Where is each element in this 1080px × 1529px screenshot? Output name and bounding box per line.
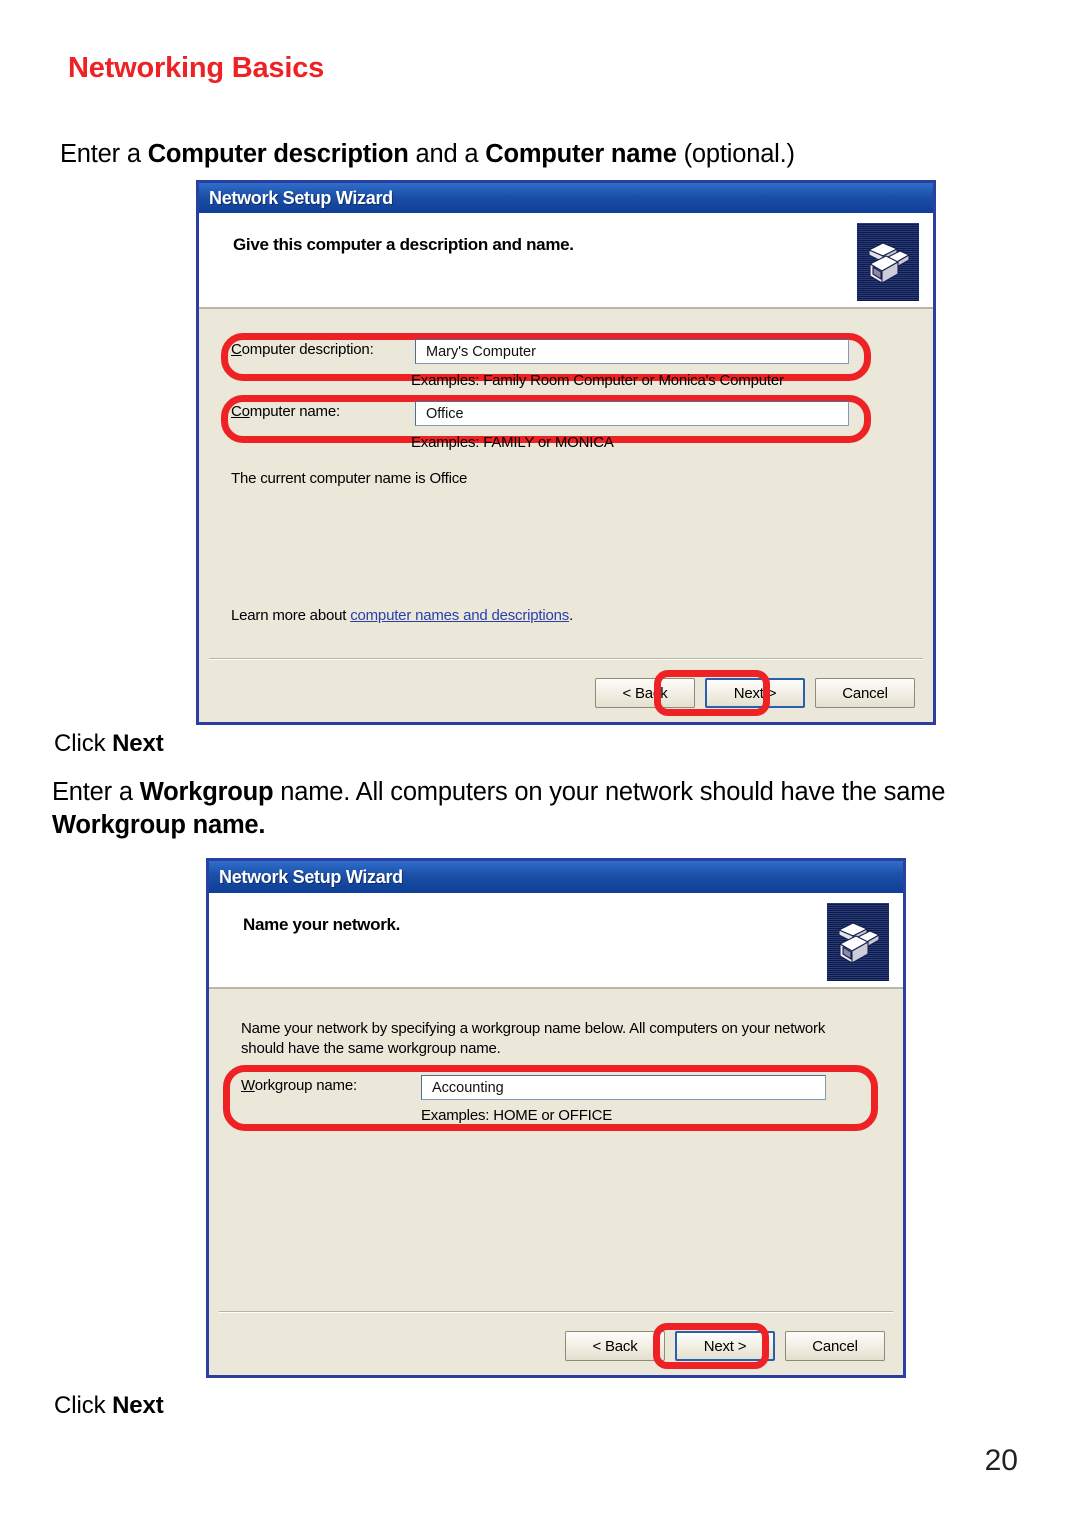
dialog-2-description-line-2: should have the same workgroup name. <box>241 1040 501 1057</box>
instruction-1-bold-computer-description: Computer description <box>147 140 409 168</box>
click-next-2-prefix: Click <box>54 1392 113 1419</box>
learn-more-suffix: . <box>569 607 574 624</box>
dialog-2-button-row: < Back Next > Cancel <box>565 1331 885 1361</box>
click-next-1-prefix: Click <box>54 730 113 757</box>
field-row-computer-name: Computer name: <box>231 403 340 420</box>
back-button-label: < Back <box>592 1337 638 1355</box>
dialog-2-footer-separator <box>219 1311 893 1313</box>
computer-description-value: Mary's Computer <box>426 343 536 360</box>
learn-more-prefix: Learn more about <box>231 607 351 624</box>
cancel-button-label: Cancel <box>812 1337 858 1355</box>
back-button[interactable]: < Back <box>565 1331 665 1361</box>
computers-network-icon <box>857 223 919 301</box>
workgroup-name-value: Accounting <box>432 1079 504 1096</box>
computer-name-label: Computer name: <box>231 403 340 420</box>
instruction-line-1: Enter a Computer description and a Compu… <box>60 138 1020 171</box>
instruction-2-prefix: Enter a <box>52 778 140 806</box>
workgroup-name-label: Workgroup name: <box>241 1077 357 1094</box>
computer-description-label: Computer description: <box>231 341 374 358</box>
computer-description-input[interactable]: Mary's Computer <box>415 339 849 364</box>
workgroup-name-hint: Examples: HOME or OFFICE <box>421 1107 613 1124</box>
computers-network-icon <box>827 903 889 981</box>
next-button-label: Next > <box>703 1337 747 1355</box>
dialog-2-description-line-1: Name your network by specifying a workgr… <box>241 1020 826 1037</box>
network-setup-wizard-dialog-1: Network Setup Wizard Give this computer … <box>196 180 936 725</box>
instruction-2-bold-workgroup: Workgroup <box>139 778 274 806</box>
next-button[interactable]: Next > <box>675 1331 775 1361</box>
instruction-2-bold-workgroup-name: Workgroup name. <box>52 810 266 839</box>
click-next-1-bold: Next <box>112 730 164 757</box>
computer-description-label-rest: omputer description: <box>241 341 374 358</box>
current-computer-name-text: The current computer name is Office <box>231 470 468 487</box>
instruction-1-suffix: (optional.) <box>676 140 795 168</box>
workgroup-name-label-rest: orkgroup name: <box>254 1077 357 1094</box>
computer-name-value: Office <box>426 405 464 422</box>
computer-name-accel-2: o <box>241 403 250 420</box>
field-row-workgroup-name: Workgroup name: <box>241 1077 357 1094</box>
computer-description-hint: Examples: Family Room Computer or Monica… <box>411 372 784 389</box>
network-setup-wizard-dialog-2: Network Setup Wizard Name your network. <box>206 858 906 1378</box>
computer-description-accel: C <box>231 341 242 358</box>
workgroup-name-accel: W <box>241 1077 255 1094</box>
dialog-1-header-title: Give this computer a description and nam… <box>233 235 574 254</box>
learn-more-line: Learn more about computer names and desc… <box>231 607 573 624</box>
dialog-2-header-band: Name your network. <box>209 893 903 989</box>
instruction-1-prefix: Enter a <box>60 140 148 168</box>
dialog-2-titlebar: Network Setup Wizard <box>209 861 903 893</box>
dialog-1-title-text: Network Setup Wizard <box>209 187 393 208</box>
workgroup-name-input[interactable]: Accounting <box>421 1075 826 1100</box>
instruction-1-bold-computer-name: Computer name <box>485 140 677 168</box>
back-button[interactable]: < Back <box>595 678 695 708</box>
cancel-button[interactable]: Cancel <box>815 678 915 708</box>
dialog-2-body: Name your network by specifying a workgr… <box>209 989 903 1375</box>
computer-name-hint: Examples: FAMILY or MONICA <box>411 434 614 451</box>
click-next-caption-2: Click Next <box>54 1392 164 1420</box>
dialog-1-header-band: Give this computer a description and nam… <box>199 213 933 309</box>
click-next-caption-1: Click Next <box>54 730 164 758</box>
page-title: Networking Basics <box>68 52 325 84</box>
dialog-2-title-text: Network Setup Wizard <box>219 866 403 887</box>
computer-names-and-descriptions-link[interactable]: computer names and descriptions <box>350 607 569 624</box>
field-row-computer-description: Computer description: <box>231 341 374 358</box>
dialog-1-footer-separator <box>209 658 923 660</box>
page-number: 20 <box>984 1444 1018 1477</box>
next-button-label: Next > <box>733 684 777 702</box>
computer-name-label-rest: mputer name: <box>249 403 340 420</box>
dialog-1-body: Computer description: Mary's Computer Ex… <box>199 309 933 722</box>
cancel-button[interactable]: Cancel <box>785 1331 885 1361</box>
instruction-2-mid: name. All computers on your network shou… <box>273 778 946 806</box>
instruction-line-2: Enter a Workgroup name. All computers on… <box>52 776 1042 841</box>
dialog-1-titlebar: Network Setup Wizard <box>199 183 933 213</box>
next-button[interactable]: Next > <box>705 678 805 708</box>
dialog-1-button-row: < Back Next > Cancel <box>595 678 915 708</box>
instruction-1-mid: and a <box>408 140 486 168</box>
computer-name-accel: C <box>231 403 242 420</box>
computer-name-input[interactable]: Office <box>415 401 849 426</box>
cancel-button-label: Cancel <box>842 684 888 702</box>
click-next-2-bold: Next <box>112 1392 164 1419</box>
back-button-label: < Back <box>622 684 668 702</box>
dialog-2-header-title: Name your network. <box>243 915 401 934</box>
